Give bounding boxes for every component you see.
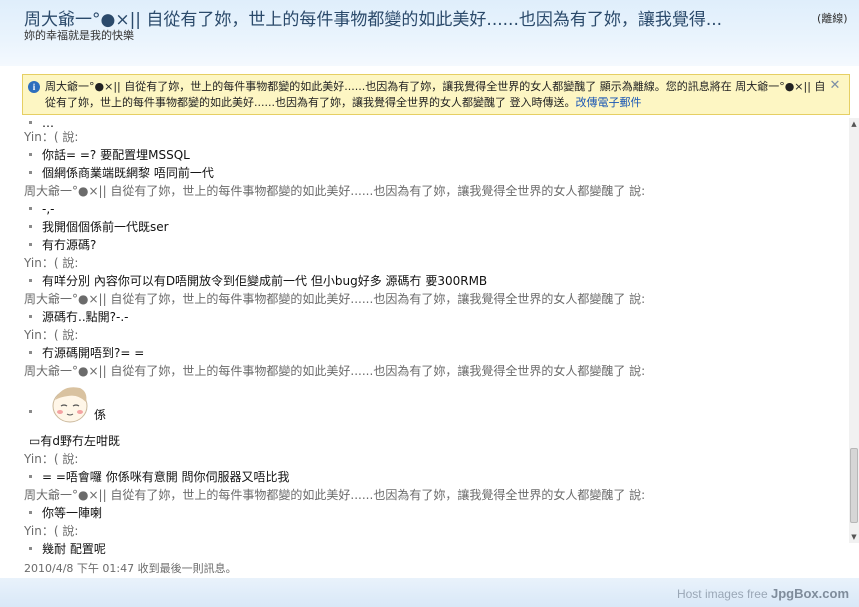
bullet-icon (29, 410, 32, 413)
chat-message: 你等一陣喇 (24, 504, 844, 522)
bullet-icon (29, 120, 32, 124)
bullet-icon (29, 152, 32, 156)
bullet-icon (29, 314, 32, 318)
bullet-icon (29, 278, 32, 282)
conversation-header: 周大爺一°●×|| 自從有了妳，世上的每件事物都變的如此美好......也因為有… (0, 0, 859, 66)
last-message-timestamp: 2010/4/8 下午 01:47 收到最後一則訊息。 (24, 562, 237, 575)
chat-message-continued: ▭有d野冇左咁既 (29, 434, 120, 448)
chat-message: 有咩分別 內容你可以有D唔開放令到佢變成前一代 但小bug好多 源碼冇 要300… (24, 272, 844, 290)
chat-message: 你話= =? 要配置埋MSSQL (24, 146, 844, 164)
scroll-up-arrow-icon[interactable]: ▲ (850, 120, 858, 128)
chat-message: 源碼冇..點開?-.- (24, 308, 844, 326)
bullet-icon (29, 242, 32, 246)
bullet-icon (29, 350, 32, 354)
chat-message: -,- (24, 200, 844, 218)
scrollbar-thumb[interactable] (850, 448, 858, 523)
bullet-icon (29, 224, 32, 228)
chat-message: 有冇源碼? (24, 236, 844, 254)
offline-notice-text: 周大爺一°●×|| 自從有了妳，世上的每件事物都變的如此美好......也因為有… (45, 79, 829, 111)
host-watermark: Host images free JpgBox.com (676, 586, 849, 601)
speaker-name-contact: 周大爺一°●×|| 自從有了妳，世上的每件事物都變的如此美好......也因為有… (24, 184, 646, 198)
send-email-link[interactable]: 改傳電子郵件 (575, 96, 641, 109)
info-icon: i (28, 81, 40, 93)
footer-bar: Host images free JpgBox.com (0, 578, 859, 607)
emoticon-caption: 係 (94, 408, 107, 422)
chat-message: 我開個個係前一代既ser (24, 218, 844, 236)
speaker-name-contact: 周大爺一°●×|| 自從有了妳，世上的每件事物都變的如此美好......也因為有… (24, 488, 646, 502)
chat-message-emoticon: 係 (24, 380, 844, 432)
offline-notice-bar: i 周大爺一°●×|| 自從有了妳，世上的每件事物都變的如此美好......也因… (22, 74, 850, 115)
speaker-name-yin: Yin：( 說: (24, 328, 79, 342)
chat-message: 個網係商業端既網黎 唔同前一代 (24, 164, 844, 182)
bullet-icon (29, 510, 32, 514)
contact-name-title: 周大爺一°●×|| 自從有了妳，世上的每件事物都變的如此美好......也因為有… (24, 10, 723, 30)
speaker-name-yin: Yin：( 說: (24, 452, 79, 466)
bullet-icon (29, 206, 32, 210)
chat-history: … Yin：( 說: 你話= =? 要配置埋MSSQL 個網係商業端既網黎 唔同… (24, 118, 844, 576)
chat-message: 冇源碼開唔到?= = (24, 344, 844, 362)
close-icon[interactable]: ✕ (829, 79, 841, 92)
blushing-face-emoticon-icon (52, 387, 88, 423)
speaker-name-yin: Yin：( 說: (24, 130, 79, 144)
speaker-name-contact: 周大爺一°●×|| 自從有了妳，世上的每件事物都變的如此美好......也因為有… (24, 292, 646, 306)
contact-status: (離線) (817, 12, 848, 25)
chat-message: 幾耐 配置呢 (24, 540, 844, 558)
speaker-name-yin: Yin：( 說: (24, 524, 79, 538)
bullet-icon (29, 474, 32, 478)
chat-message-partial: … (24, 118, 844, 128)
speaker-name-yin: Yin：( 說: (24, 256, 79, 270)
speaker-name-contact: 周大爺一°●×|| 自從有了妳，世上的每件事物都變的如此美好......也因為有… (24, 364, 646, 378)
bullet-icon (29, 546, 32, 550)
chat-scrollbar[interactable]: ▲ ▼ (849, 118, 859, 543)
scroll-down-arrow-icon[interactable]: ▼ (850, 533, 858, 541)
offline-notice-message: 周大爺一°●×|| 自從有了妳，世上的每件事物都變的如此美好......也因為有… (45, 80, 826, 109)
contact-personal-message: 妳的幸福就是我的快樂 (24, 29, 134, 42)
bullet-icon (29, 170, 32, 174)
chat-message: = =唔會囉 你係咪有意開 問你伺服器又唔比我 (24, 468, 844, 486)
